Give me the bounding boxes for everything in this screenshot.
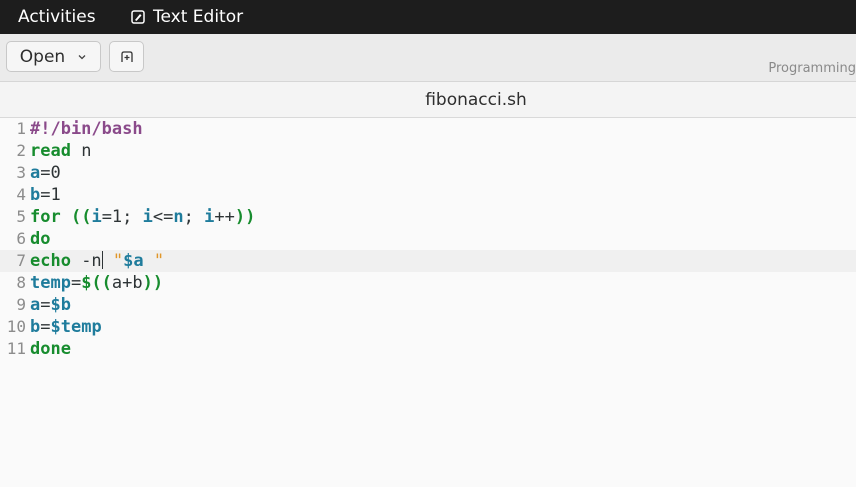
code-token: a+b bbox=[111, 273, 143, 293]
code-token: a bbox=[30, 295, 41, 315]
open-button[interactable]: Open bbox=[6, 41, 101, 72]
code-token: " bbox=[143, 251, 165, 271]
line-code: read n bbox=[30, 140, 91, 162]
code-token: " bbox=[102, 251, 124, 271]
code-line[interactable]: 3 a=0 bbox=[0, 162, 856, 184]
tab-bar: fibonacci.sh bbox=[0, 82, 856, 118]
code-token: =1 bbox=[40, 185, 61, 205]
activities-button[interactable]: Activities bbox=[18, 7, 96, 27]
code-token: $a bbox=[123, 251, 144, 271]
line-number: 1 bbox=[16, 119, 26, 138]
line-code: b=$temp bbox=[30, 316, 102, 338]
code-token: =0 bbox=[40, 163, 61, 183]
code-line[interactable]: 11 done bbox=[0, 338, 856, 360]
code-token: ++ bbox=[214, 207, 235, 227]
line-code: for ((i=1; i<=n; i++)) bbox=[30, 206, 255, 228]
app-menu[interactable]: Text Editor bbox=[131, 7, 243, 27]
line-number: 4 bbox=[16, 185, 26, 204]
top-bar: Activities Text Editor bbox=[0, 0, 856, 34]
code-line[interactable]: 4 b=1 bbox=[0, 184, 856, 206]
code-token: i bbox=[91, 207, 102, 227]
app-name: Text Editor bbox=[153, 7, 244, 27]
code-token: #!/bin/bash bbox=[30, 119, 143, 139]
code-token: i bbox=[142, 207, 153, 227]
code-token: a bbox=[30, 163, 41, 183]
line-number: 6 bbox=[16, 229, 26, 248]
chevron-down-icon bbox=[78, 54, 86, 59]
code-token: =1; bbox=[101, 207, 143, 227]
line-code: a=$b bbox=[30, 294, 71, 316]
code-line[interactable]: 2 read n bbox=[0, 140, 856, 162]
code-token: temp bbox=[30, 273, 71, 293]
line-number: 2 bbox=[16, 141, 26, 160]
text-editor-icon bbox=[131, 10, 145, 24]
code-token: <= bbox=[152, 207, 174, 227]
code-token: $(( bbox=[81, 273, 112, 293]
line-code: a=0 bbox=[30, 162, 61, 184]
code-token: (( bbox=[60, 207, 92, 227]
code-token: b bbox=[30, 185, 41, 205]
line-code: done bbox=[30, 338, 71, 360]
code-token: b bbox=[30, 317, 41, 337]
code-token: read bbox=[30, 141, 71, 161]
code-editor[interactable]: 1 #!/bin/bash 2 read n 3 a=0 4 b=1 5 for ((i=1; i… bbox=[0, 118, 856, 487]
open-button-label: Open bbox=[19, 46, 66, 67]
code-line[interactable]: 10 b=$temp bbox=[0, 316, 856, 338]
new-document-button[interactable] bbox=[109, 41, 144, 72]
line-code: b=1 bbox=[30, 184, 61, 206]
code-line[interactable]: 9 a=$b bbox=[0, 294, 856, 316]
code-line[interactable]: 6 do bbox=[0, 228, 856, 250]
code-token: )) bbox=[234, 207, 256, 227]
code-token: = bbox=[40, 295, 51, 315]
document-tab-title[interactable]: fibonacci.sh bbox=[0, 90, 856, 110]
code-token: $temp bbox=[50, 317, 102, 337]
code-token: i bbox=[204, 207, 215, 227]
code-line[interactable]: 7 echo -n "$a " bbox=[0, 250, 856, 272]
line-number: 3 bbox=[16, 163, 26, 182]
code-token: do bbox=[30, 229, 51, 249]
code-line[interactable]: 1 #!/bin/bash bbox=[0, 118, 856, 140]
code-line[interactable]: 5 for ((i=1; i<=n; i++)) bbox=[0, 206, 856, 228]
code-token: $b bbox=[50, 295, 71, 315]
line-number: 5 bbox=[16, 207, 26, 226]
line-code: echo -n "$a " bbox=[30, 250, 164, 272]
line-code: do bbox=[30, 228, 50, 250]
line-number: 8 bbox=[16, 273, 26, 292]
code-token: -n bbox=[70, 251, 102, 271]
code-token: done bbox=[30, 339, 71, 359]
header-bar: Open Programming bbox=[0, 34, 856, 82]
code-token: )) bbox=[142, 273, 164, 293]
line-number: 9 bbox=[16, 295, 26, 314]
code-token: echo bbox=[30, 251, 71, 271]
code-token: n bbox=[70, 141, 92, 161]
line-code: temp=$((a+b)) bbox=[30, 272, 163, 294]
new-document-icon bbox=[120, 50, 133, 62]
code-line[interactable]: 8 temp=$((a+b)) bbox=[0, 272, 856, 294]
code-token: = bbox=[40, 317, 51, 337]
line-number: 11 bbox=[6, 339, 26, 358]
line-number: 10 bbox=[6, 317, 26, 336]
language-selector[interactable]: Programming bbox=[768, 61, 856, 76]
code-token: n bbox=[173, 207, 184, 227]
line-code: #!/bin/bash bbox=[30, 118, 143, 140]
code-token: ; bbox=[183, 207, 205, 227]
code-token: = bbox=[70, 273, 82, 293]
code-token: for bbox=[30, 207, 61, 227]
line-number: 7 bbox=[16, 251, 26, 270]
